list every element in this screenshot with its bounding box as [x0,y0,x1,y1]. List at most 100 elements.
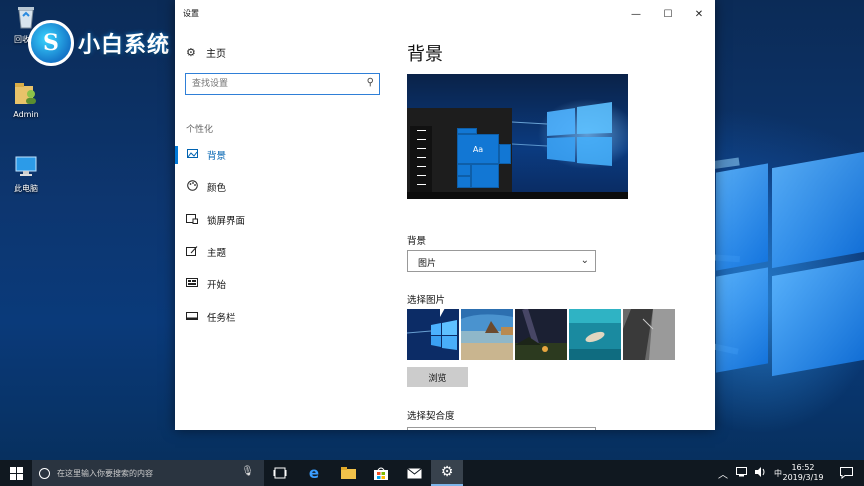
preview-tile [457,176,471,188]
nav-home[interactable]: ⚙ 主页 [186,44,226,60]
brand-logo-text: 小白系统 [78,33,171,58]
fit-dropdown[interactable] [407,427,596,430]
nav-item-label: 主题 [207,248,227,259]
action-center-button[interactable] [830,460,862,486]
nav-item-label: 背景 [207,151,227,162]
preview-taskbar [407,192,628,199]
store-icon [374,467,388,480]
wallpaper-logo-pane [772,259,864,377]
preview-tile [471,164,499,188]
taskbar: 在这里输入你要搜索的内容 🎙 e ⚙ ︿ 中 16:52 2019/3/19 [0,460,864,486]
cortana-icon [39,467,50,479]
picture-thumbnail-rock[interactable] [623,309,675,360]
palette-icon [185,180,199,194]
start-button[interactable] [0,460,32,486]
computer-icon [13,153,39,179]
picture-thumbnail-underwater[interactable] [569,309,621,360]
nav-item-label: 开始 [207,280,227,291]
folder-icon [340,467,356,479]
edge-icon: e [308,464,320,482]
preview-list-line [417,175,426,176]
network-icon[interactable] [736,467,747,479]
mouse-cursor [440,305,445,317]
window-title: 设置 [183,9,199,18]
settings-content: 背景 Aa 背景 图片 ⌄ 选择图片 浏览 选择契合度 [407,28,707,430]
nav-item-start[interactable]: 开始 [175,272,390,296]
browse-button[interactable]: 浏览 [407,367,468,387]
chevron-down-icon: ⌄ [580,255,589,266]
task-view-button[interactable] [264,460,296,486]
nav-item-taskbar[interactable]: 任务栏 [175,305,390,329]
nav-item-lockscreen[interactable]: 锁屏界面 [175,208,390,232]
wallpaper-logo-pane [772,151,864,269]
wallpaper-logo-pane [716,163,768,271]
taskbar-clock[interactable]: 16:52 2019/3/19 [778,463,828,483]
choose-picture-label: 选择图片 [407,295,446,306]
maximize-button[interactable]: ☐ [652,0,684,28]
close-button[interactable]: ✕ [683,0,715,28]
nav-item-colors[interactable]: 颜色 [175,175,390,199]
file-explorer-button[interactable] [332,460,364,486]
desktop-icon-admin[interactable]: Admin [0,80,52,119]
search-input[interactable] [192,77,362,91]
settings-window: 设置 — ☐ ✕ ⚙ 主页 ⚲ 个性化 背景 颜色 [175,0,715,430]
preview-list-line [417,130,426,131]
brand-logo: S 小白系统 [28,18,170,68]
choose-fit-label: 选择契合度 [407,411,455,422]
windows-logo-icon [9,466,23,480]
preview-start-list [410,126,432,192]
picture-thumbnail-beach[interactable] [461,309,513,360]
task-view-icon [273,467,287,479]
taskbar-icon [185,311,199,323]
notification-icon [839,467,853,479]
edge-button[interactable]: e [298,460,330,486]
preview-tile [499,144,511,164]
settings-nav: ⚙ 主页 ⚲ 个性化 背景 颜色 锁屏界面 [175,28,390,430]
taskbar-search-box[interactable]: 在这里输入你要搜索的内容 🎙 [32,460,264,486]
preview-list-line [417,157,426,158]
store-button[interactable] [365,460,397,486]
theme-icon [185,245,199,259]
gear-icon: ⚙ [186,45,196,59]
minimize-button[interactable]: — [620,0,652,28]
dropdown-value: 图片 [418,259,437,269]
user-folder-icon [13,80,39,106]
background-preview: Aa [407,74,628,199]
preview-tile [457,164,471,176]
mail-button[interactable] [398,460,430,486]
chevron-up-icon[interactable]: ︿ [718,466,728,481]
settings-search[interactable]: ⚲ [185,73,380,95]
search-icon[interactable]: ⚲ [367,77,374,88]
gear-icon: ⚙ [440,464,454,480]
desktop-icon-label: 此电脑 [14,184,38,193]
preview-list-line [417,139,426,140]
lockscreen-icon [185,213,199,227]
page-title: 背景 [407,44,443,65]
settings-taskbar-button[interactable]: ⚙ [431,460,463,486]
preview-tile-large: Aa [457,134,499,164]
picture-thumbnail-night-sky[interactable] [515,309,567,360]
taskbar-search-placeholder: 在这里输入你要搜索的内容 [57,468,153,478]
desktop-icon-label: Admin [13,110,39,119]
picture-thumbnail-windows[interactable] [407,309,459,360]
nav-item-label: 颜色 [207,183,227,194]
nav-item-background[interactable]: 背景 [175,143,390,167]
nav-item-themes[interactable]: 主题 [175,240,390,264]
nav-item-label: 锁屏界面 [207,216,246,227]
brand-logo-icon: S [28,20,74,66]
window-titlebar[interactable]: 设置 — ☐ ✕ [175,0,715,28]
preview-list-line [417,184,426,185]
clock-time: 16:52 [791,463,815,472]
microphone-icon[interactable]: 🎙 [241,466,254,477]
image-icon [185,149,199,161]
preview-list-line [417,148,426,149]
active-indicator [175,146,178,164]
volume-icon[interactable] [755,467,766,479]
clock-date: 2019/3/19 [782,473,824,482]
desktop-icon-this-pc[interactable]: 此电脑 [0,153,52,194]
nav-section-label: 个性化 [186,125,214,135]
start-icon [185,278,199,290]
background-type-dropdown[interactable]: 图片 ⌄ [407,250,596,272]
nav-home-label: 主页 [206,48,226,60]
preview-list-line [417,166,426,167]
